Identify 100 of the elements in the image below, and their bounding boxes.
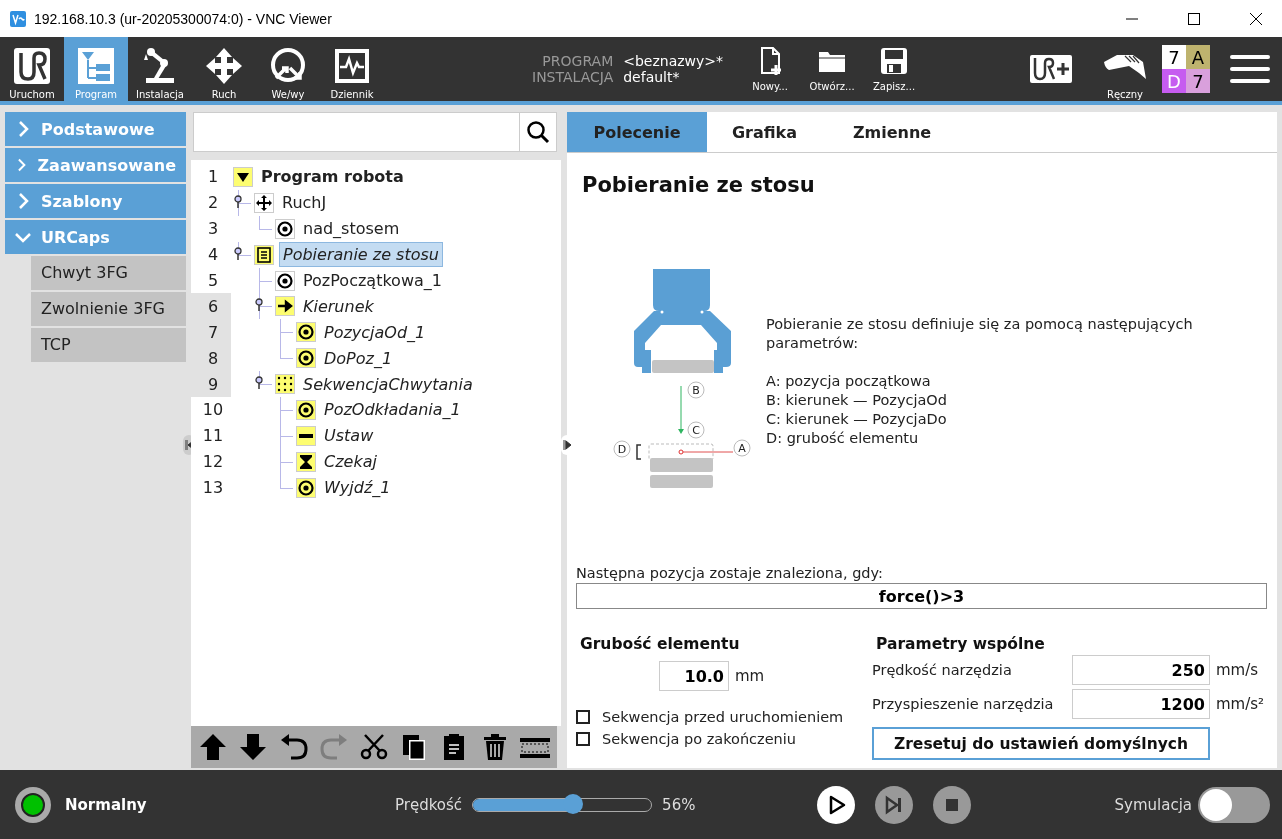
- tree-node-label[interactable]: Ustaw: [321, 424, 377, 448]
- expand-toggle-icon[interactable]: [255, 376, 263, 391]
- close-icon[interactable]: [1250, 12, 1262, 25]
- section-title: Parametry wspólne: [875, 635, 1046, 653]
- command-heading: Pobieranie ze stosu: [582, 173, 816, 197]
- urcaps-plus-icon[interactable]: [1030, 55, 1072, 83]
- menu-icon[interactable]: [1230, 53, 1270, 85]
- line-number: 3: [206, 218, 220, 241]
- nav-tab[interactable]: Dziennik: [320, 37, 384, 101]
- splitter-handle[interactable]: [561, 435, 573, 455]
- nav-tab[interactable]: We/wy: [256, 37, 320, 101]
- reset-button[interactable]: Zresetuj do ustawień domyślnych: [872, 727, 1210, 760]
- tree-node-label[interactable]: nad_stosem: [300, 217, 403, 241]
- window-title: 192.168.10.3 (ur-20205300074:0) - VNC Viewer: [34, 10, 332, 27]
- description-text: Pobieranie ze stosu definiuje się za pomocą następujących parametrów:: [766, 315, 1194, 353]
- line-number: 9: [191, 371, 231, 397]
- line-number: 12: [201, 451, 225, 474]
- collapse-icon: [563, 440, 571, 450]
- line-number: 2: [206, 192, 220, 215]
- start-position-marker: [678, 449, 734, 455]
- sidebar-subitem[interactable]: Zwolnienie 3FG: [31, 292, 186, 326]
- parameter-label: Prędkość narzędzia: [872, 662, 1013, 678]
- tree-node-label[interactable]: Czekaj: [321, 450, 380, 474]
- expand-toggle-icon[interactable]: [255, 298, 263, 313]
- sidebar-item-label: Zaawansowane: [37, 155, 176, 175]
- checkbox[interactable]: [576, 710, 590, 724]
- play-button[interactable]: [817, 785, 856, 824]
- step-button[interactable]: [875, 785, 914, 824]
- tree-node-label[interactable]: RuchJ: [279, 191, 330, 215]
- tree-node-label[interactable]: Pobieranie ze stosu: [279, 242, 443, 268]
- condition-label: Następna pozycja zostaje znaleziona, gdy:: [576, 565, 884, 581]
- checkbox-label: Sekwencja po zakończeniu: [602, 731, 797, 747]
- diagram-label: D: [613, 440, 631, 458]
- sidebar-subitem[interactable]: Chwyt 3FG: [31, 256, 186, 290]
- speed-slider[interactable]: [472, 797, 653, 812]
- section-title: Grubość elementu: [579, 635, 741, 653]
- nav-tab[interactable]: Ruch: [192, 37, 256, 101]
- line-number: 13: [201, 477, 225, 500]
- legend-item: A: pozycja początkowa: [766, 372, 932, 391]
- sidebar-subitem[interactable]: TCP: [31, 328, 186, 362]
- parameter-label: Przyspieszenie narzędzia: [872, 696, 1055, 712]
- parameter-field[interactable]: 1200: [1072, 689, 1210, 719]
- condition-field[interactable]: force()>3: [576, 583, 1267, 609]
- hand-icon: [1103, 52, 1147, 82]
- nav-tab[interactable]: Uruchom: [0, 37, 64, 101]
- tree-node-label[interactable]: DoPoz_1: [321, 346, 396, 370]
- tree-node-label[interactable]: Program robota: [258, 165, 407, 189]
- program-tree-icon: [76, 46, 116, 86]
- nav-tab[interactable]: Instalacja: [128, 37, 192, 101]
- diagram-label: B: [687, 381, 705, 399]
- unit-label: mm: [735, 667, 765, 685]
- tree-node-label[interactable]: Wyjdź_1: [321, 476, 394, 500]
- info-value: <beznazwy>*: [623, 53, 724, 69]
- simulation-label: Symulacja: [1114, 795, 1192, 814]
- tree-node-label[interactable]: Kierunek: [300, 294, 377, 318]
- slider-thumb[interactable]: [562, 793, 583, 814]
- speed-label: Prędkość: [395, 795, 463, 814]
- line-number: 5: [206, 270, 220, 292]
- diagram-label: C: [687, 421, 705, 439]
- simulation-toggle[interactable]: [1198, 786, 1270, 823]
- legend-item: B: kierunek — PozycjaOd: [766, 391, 948, 410]
- line-number: 1: [206, 166, 220, 189]
- unit-label: mm/s²: [1216, 695, 1265, 713]
- tree-node-label[interactable]: PozOdkładania_1: [321, 398, 464, 422]
- legend-item: D: grubość elementu: [766, 429, 920, 448]
- legend-item: C: kierunek — PozycjaDo: [766, 410, 948, 429]
- sidebar-item-label: URCaps: [41, 227, 110, 247]
- parameter-field[interactable]: 250: [1072, 655, 1210, 685]
- app-icon: [10, 10, 26, 27]
- thickness-field[interactable]: 10.0: [659, 661, 729, 691]
- chevron-right-icon: [15, 157, 28, 173]
- mode-button[interactable]: Ręczny: [1094, 37, 1156, 101]
- diagram-label: A: [733, 439, 751, 457]
- status-cell: 7: [1186, 69, 1210, 93]
- maximize-icon[interactable]: [1188, 12, 1200, 25]
- stop-button[interactable]: [933, 785, 972, 824]
- tab[interactable]: Polecenie: [567, 112, 707, 152]
- file-button[interactable]: Nowy...: [739, 37, 802, 101]
- expand-toggle-icon[interactable]: [234, 194, 242, 209]
- tree-node-label[interactable]: PozPoczątkowa_1: [300, 269, 445, 292]
- tree-connector-line: [259, 215, 272, 230]
- sidebar-item-label: Szablony: [41, 191, 123, 211]
- save-icon: [879, 46, 910, 76]
- unit-label: mm/s: [1216, 661, 1259, 679]
- file-button[interactable]: Otwórz...: [801, 37, 864, 101]
- expand-toggle-icon[interactable]: [234, 246, 242, 261]
- status-cell: 7: [1162, 45, 1186, 69]
- status-label: Normalny: [65, 795, 148, 814]
- status-cell: D: [1162, 69, 1186, 93]
- line-number: 4: [206, 244, 220, 267]
- tree-node-label[interactable]: PozycjaOd_1: [321, 320, 429, 344]
- info-value: default*: [623, 69, 681, 85]
- thickness-bracket: [636, 444, 642, 460]
- status-cell: A: [1186, 45, 1210, 69]
- tree-node-label[interactable]: SekwencjaChwytania: [300, 372, 476, 396]
- file-button[interactable]: Zapisz...: [863, 37, 926, 101]
- checkbox[interactable]: [576, 732, 590, 746]
- line-number: 6: [191, 293, 231, 320]
- line-number: 10: [201, 399, 225, 422]
- search-icon: [526, 120, 550, 144]
